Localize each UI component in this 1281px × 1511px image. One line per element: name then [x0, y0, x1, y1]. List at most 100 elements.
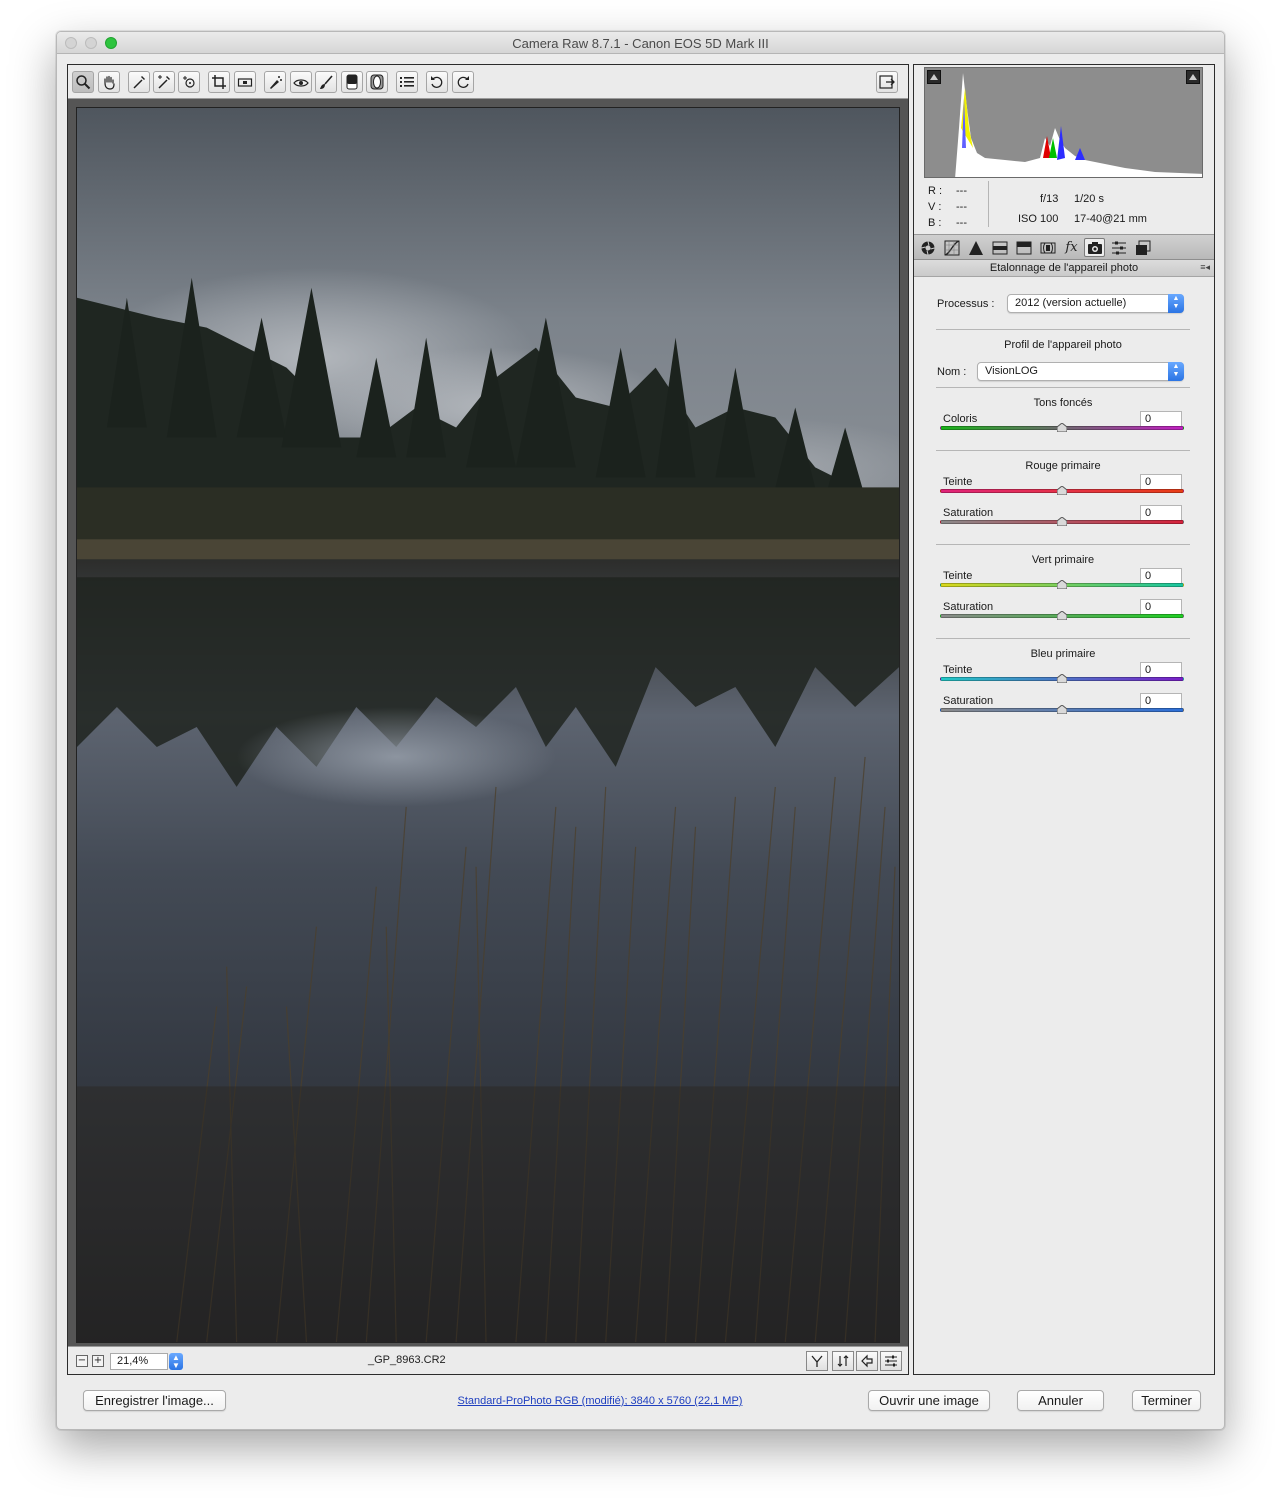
hsl-icon [992, 241, 1007, 254]
snapshots-icon [1135, 240, 1150, 255]
slider-thumb[interactable] [1057, 611, 1067, 620]
preferences-button[interactable] [396, 71, 418, 93]
slider-label: Teinte [943, 664, 973, 676]
profile-heading: Profil de l'appareil photo [1004, 339, 1122, 351]
rotate-cw-icon [457, 76, 469, 88]
r-value: --- [956, 185, 967, 197]
slider-thumb[interactable] [1057, 517, 1067, 526]
copy-settings-button[interactable] [856, 1351, 878, 1371]
divider [936, 387, 1190, 388]
lens-value: 17-40@21 mm [1074, 213, 1147, 225]
tab-camera-calibration[interactable] [1084, 238, 1105, 257]
section-title: Vert primaire [1031, 554, 1095, 566]
divider [936, 329, 1190, 330]
panel-tab-bar: fx [914, 234, 1214, 260]
slider-thumb[interactable] [1057, 705, 1067, 714]
shutter-value: 1/20 s [1074, 193, 1104, 205]
tab-effects[interactable]: fx [1061, 238, 1082, 257]
exif-right: 1/20 s 17-40@21 mm [1074, 189, 1147, 229]
shadow-clipping-toggle[interactable] [927, 70, 941, 84]
process-select[interactable]: 2012 (version actuelle) ▲ ▼ [1007, 294, 1184, 313]
rotate-ccw-icon [431, 76, 443, 88]
tab-hsl[interactable] [989, 238, 1010, 257]
eyedropper-icon [133, 76, 145, 89]
tab-snapshots[interactable] [1132, 238, 1153, 257]
iso-value: ISO 100 [1018, 213, 1059, 225]
name-label: Nom : [937, 366, 967, 378]
eye-icon [293, 79, 309, 87]
aperture-value: f/13 [1040, 193, 1059, 205]
divider [936, 544, 1190, 545]
swap-settings-button[interactable] [832, 1351, 854, 1371]
graduated-filter-tool[interactable] [341, 71, 363, 93]
slider-label: Saturation [943, 601, 994, 613]
cancel-button[interactable]: Annuler [1017, 1390, 1104, 1411]
magnifier-icon [76, 75, 91, 90]
process-select-value: 2012 (version actuelle) [1015, 297, 1127, 309]
tab-basic[interactable] [917, 238, 938, 257]
rotate-left-button[interactable] [426, 71, 448, 93]
adjustment-brush-tool[interactable] [315, 71, 337, 93]
slider-thumb[interactable] [1057, 580, 1067, 589]
profile-select[interactable]: VisionLOG ▲ ▼ [977, 362, 1184, 381]
r-label: R : [928, 185, 943, 197]
zoom-level-field[interactable]: 21,4% [110, 1353, 168, 1370]
save-image-button[interactable]: Enregistrer l'image... [83, 1390, 226, 1411]
divider [936, 638, 1190, 639]
window-title: Camera Raw 8.7.1 - Canon EOS 5D Mark III [512, 36, 769, 51]
straighten-tool[interactable] [234, 71, 256, 93]
done-button[interactable]: Terminer [1132, 1390, 1201, 1411]
slider-thumb[interactable] [1057, 486, 1067, 495]
b-label: B : [928, 217, 942, 229]
zoom-level-stepper[interactable]: ▲ ▼ [169, 1353, 183, 1370]
process-label: Processus : [937, 298, 995, 310]
fx-icon: fx [1065, 240, 1078, 255]
tab-tone-curve[interactable] [941, 238, 962, 257]
filename-label: _GP_8963.CR2 [368, 1354, 446, 1366]
settings-pane: R : --- V : --- B : --- f/13 ISO 100 1/20 s… [913, 64, 1215, 1375]
highlight-clipping-toggle[interactable] [1186, 70, 1200, 84]
image-preview[interactable] [76, 107, 900, 1343]
brush-icon [320, 75, 333, 89]
zoom-out-button[interactable]: − [76, 1355, 88, 1367]
fullscreen-button[interactable] [876, 71, 898, 93]
tab-split-toning[interactable] [1013, 238, 1034, 257]
spot-removal-tool[interactable] [264, 71, 286, 93]
slider-label: Saturation [943, 695, 994, 707]
sliders-icon [885, 1355, 897, 1367]
tab-presets[interactable] [1108, 238, 1129, 257]
aperture-icon [920, 240, 935, 255]
white-balance-tool[interactable] [128, 71, 150, 93]
targeted-adjustment-tool[interactable] [178, 71, 200, 93]
profile-select-value: VisionLOG [985, 365, 1038, 377]
slider-thumb[interactable] [1057, 423, 1067, 432]
slider-thumb[interactable] [1057, 674, 1067, 683]
tab-detail[interactable] [965, 238, 986, 257]
section-title: Bleu primaire [1030, 648, 1096, 660]
zoom-tool[interactable] [72, 71, 94, 93]
color-sampler-tool[interactable] [153, 71, 175, 93]
zoom-in-button[interactable]: + [92, 1355, 104, 1367]
hand-tool[interactable] [98, 71, 120, 93]
fullscreen-icon [879, 75, 895, 89]
panel-menu-icon[interactable]: ≡◂ [1200, 262, 1210, 273]
preview-status-bar: − + 21,4% ▲ ▼ _GP_8963.CR2 [68, 1346, 908, 1374]
histogram-graph [955, 73, 1202, 177]
toggle-settings-button[interactable] [880, 1351, 902, 1371]
camera-raw-window: Camera Raw 8.7.1 - Canon EOS 5D Mark III [56, 31, 1225, 1430]
rgb-readout: R : --- V : --- B : --- [928, 183, 967, 231]
presets-icon [1111, 241, 1126, 254]
preview-pane: − + 21,4% ▲ ▼ _GP_8963.CR2 [67, 64, 909, 1375]
open-image-button[interactable]: Ouvrir une image [868, 1390, 990, 1411]
tab-lens-corrections[interactable] [1037, 238, 1058, 257]
y-split-icon [811, 1355, 823, 1367]
red-eye-tool[interactable] [290, 71, 312, 93]
panel-title-text: Etalonnage de l'appareil photo [989, 262, 1139, 274]
tool-bar [68, 65, 908, 99]
workflow-options-link[interactable]: Standard-ProPhoto RGB (modifié); 3840 x … [447, 1395, 753, 1407]
radial-filter-tool[interactable] [366, 71, 388, 93]
before-after-toggle[interactable] [806, 1351, 828, 1371]
rotate-right-button[interactable] [452, 71, 474, 93]
target-adjust-icon [183, 76, 195, 88]
crop-tool[interactable] [208, 71, 230, 93]
